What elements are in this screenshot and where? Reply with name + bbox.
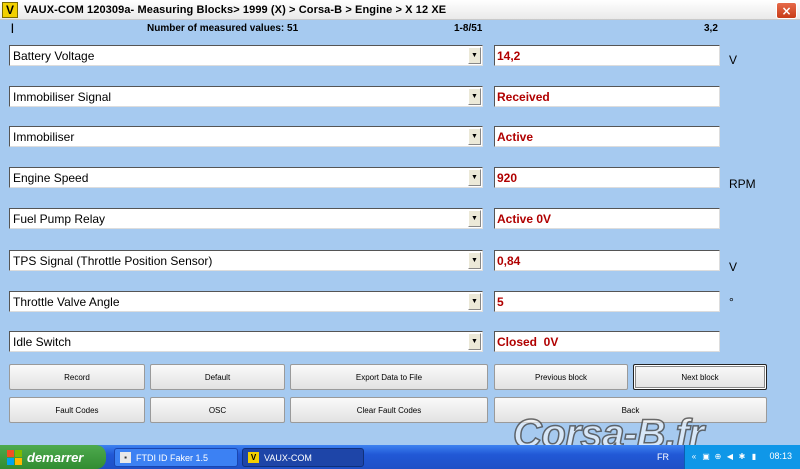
measurement-label: Throttle Valve Angle — [13, 295, 120, 309]
status-marker: | — [11, 23, 14, 34]
measurement-value: Active — [494, 126, 720, 147]
measurement-unit: RPM — [729, 177, 756, 191]
fault-codes-button[interactable]: Fault Codes — [9, 397, 145, 423]
measurement-label: Battery Voltage — [13, 49, 95, 63]
measurement-row-immobiliser-signal: Immobiliser Signal ▼ Received — [9, 86, 789, 107]
measurement-row-engine-speed: Engine Speed ▼ 920 RPM — [9, 167, 789, 191]
vauxcom-icon: V — [248, 452, 259, 463]
clear-fault-codes-button[interactable]: Clear Fault Codes — [290, 397, 488, 423]
dropdown-arrow-icon[interactable]: ▼ — [468, 47, 481, 64]
taskbar-item-label: FTDI ID Faker 1.5 — [136, 452, 209, 463]
dropdown-arrow-icon[interactable]: ▼ — [468, 252, 481, 269]
window-title: VAUX-COM 120309a- Measuring Blocks> 1999… — [24, 3, 447, 16]
measurement-select[interactable]: Immobiliser Signal ▼ — [9, 86, 483, 107]
vauxcom-app-icon[interactable]: V — [2, 1, 18, 18]
measurement-label: TPS Signal (Throttle Position Sensor) — [13, 254, 213, 268]
usb-icon: ▪ — [120, 452, 131, 463]
measurement-row-throttle-valve-angle: Throttle Valve Angle ▼ 5 ° — [9, 291, 789, 312]
measurement-row-tps-signal: TPS Signal (Throttle Position Sensor) ▼ 0… — [9, 250, 789, 274]
default-button[interactable]: Default — [150, 364, 285, 390]
record-button[interactable]: Record — [9, 364, 145, 390]
taskbar-item-vauxcom[interactable]: V VAUX-COM — [242, 448, 364, 467]
measurement-value: 0,84 — [494, 250, 720, 271]
device-icon[interactable]: ▮ — [749, 451, 759, 462]
dropdown-arrow-icon[interactable]: ▼ — [468, 293, 481, 310]
bluetooth-icon[interactable]: ✱ — [737, 451, 747, 462]
measurement-select[interactable]: TPS Signal (Throttle Position Sensor) ▼ — [9, 250, 483, 271]
title-bar[interactable]: V VAUX-COM 120309a- Measuring Blocks> 19… — [0, 0, 800, 20]
measurement-label: Idle Switch — [13, 335, 72, 349]
cycle-rate: 3,2 — [704, 23, 718, 34]
dropdown-arrow-icon[interactable]: ▼ — [468, 333, 481, 350]
measurement-select[interactable]: Throttle Valve Angle ▼ — [9, 291, 483, 312]
status-row: | Number of measured values: 51 1-8/51 3… — [0, 20, 800, 38]
next-block-button[interactable]: Next block — [633, 364, 767, 390]
export-data-button[interactable]: Export Data to File — [290, 364, 488, 390]
measurement-label: Engine Speed — [13, 171, 89, 185]
measurement-row-immobiliser: Immobiliser ▼ Active — [9, 126, 789, 147]
measurement-value: Active 0V — [494, 208, 720, 229]
measurement-label: Immobiliser — [13, 130, 75, 144]
windows-flag-icon — [7, 449, 22, 465]
measurement-value: 5 — [494, 291, 720, 312]
measurement-select[interactable]: Idle Switch ▼ — [9, 331, 483, 352]
measurement-value: 14,2 — [494, 45, 720, 66]
measurement-select[interactable]: Battery Voltage ▼ — [9, 45, 483, 66]
measurement-value: 920 — [494, 167, 720, 188]
block-pager: 1-8/51 — [454, 23, 483, 34]
measurement-select[interactable]: Engine Speed ▼ — [9, 167, 483, 188]
previous-block-button[interactable]: Previous block — [494, 364, 628, 390]
dropdown-arrow-icon[interactable]: ▼ — [468, 169, 481, 186]
measurement-value: Closed 0V — [494, 331, 720, 352]
measurement-label: Fuel Pump Relay — [13, 212, 106, 226]
taskbar-item-label: VAUX-COM — [264, 452, 312, 463]
expand-tray-icon[interactable]: « — [689, 451, 699, 462]
dropdown-arrow-icon[interactable]: ▼ — [468, 88, 481, 105]
measurement-row-idle-switch: Idle Switch ▼ Closed 0V — [9, 331, 789, 352]
measurement-label: Immobiliser Signal — [13, 90, 112, 104]
dropdown-arrow-icon[interactable]: ▼ — [468, 210, 481, 227]
clock: 08:13 — [769, 451, 792, 461]
measurement-select[interactable]: Fuel Pump Relay ▼ — [9, 208, 483, 229]
taskbar: demarrer ▪ FTDI ID Faker 1.5 V VAUX-COM … — [0, 445, 800, 469]
dropdown-arrow-icon[interactable]: ▼ — [468, 128, 481, 145]
measurement-unit: V — [729, 53, 738, 67]
measurement-value: Received — [494, 86, 720, 107]
security-icon[interactable]: ⊕ — [713, 451, 723, 462]
language-indicator[interactable]: FR — [657, 452, 669, 462]
osc-button[interactable]: OSC — [150, 397, 285, 423]
measurement-unit: V — [729, 260, 738, 274]
start-button[interactable]: demarrer — [0, 445, 106, 469]
measurement-row-fuel-pump-relay: Fuel Pump Relay ▼ Active 0V — [9, 208, 789, 229]
speaker-icon[interactable]: ◀ — [725, 451, 735, 462]
measured-values-count: Number of measured values: 51 — [147, 23, 299, 34]
measurement-select[interactable]: Immobiliser ▼ — [9, 126, 483, 147]
system-tray: « ▣ ⊕ ◀ ✱ ▮ 08:13 — [684, 445, 800, 469]
network-icon[interactable]: ▣ — [701, 451, 711, 462]
close-button[interactable]: × — [776, 2, 797, 19]
measurement-row-battery-voltage: Battery Voltage ▼ 14,2 V — [9, 45, 789, 67]
start-label: demarrer — [27, 449, 84, 465]
taskbar-item-ftdi[interactable]: ▪ FTDI ID Faker 1.5 — [114, 448, 238, 467]
measurement-unit: ° — [729, 295, 734, 309]
